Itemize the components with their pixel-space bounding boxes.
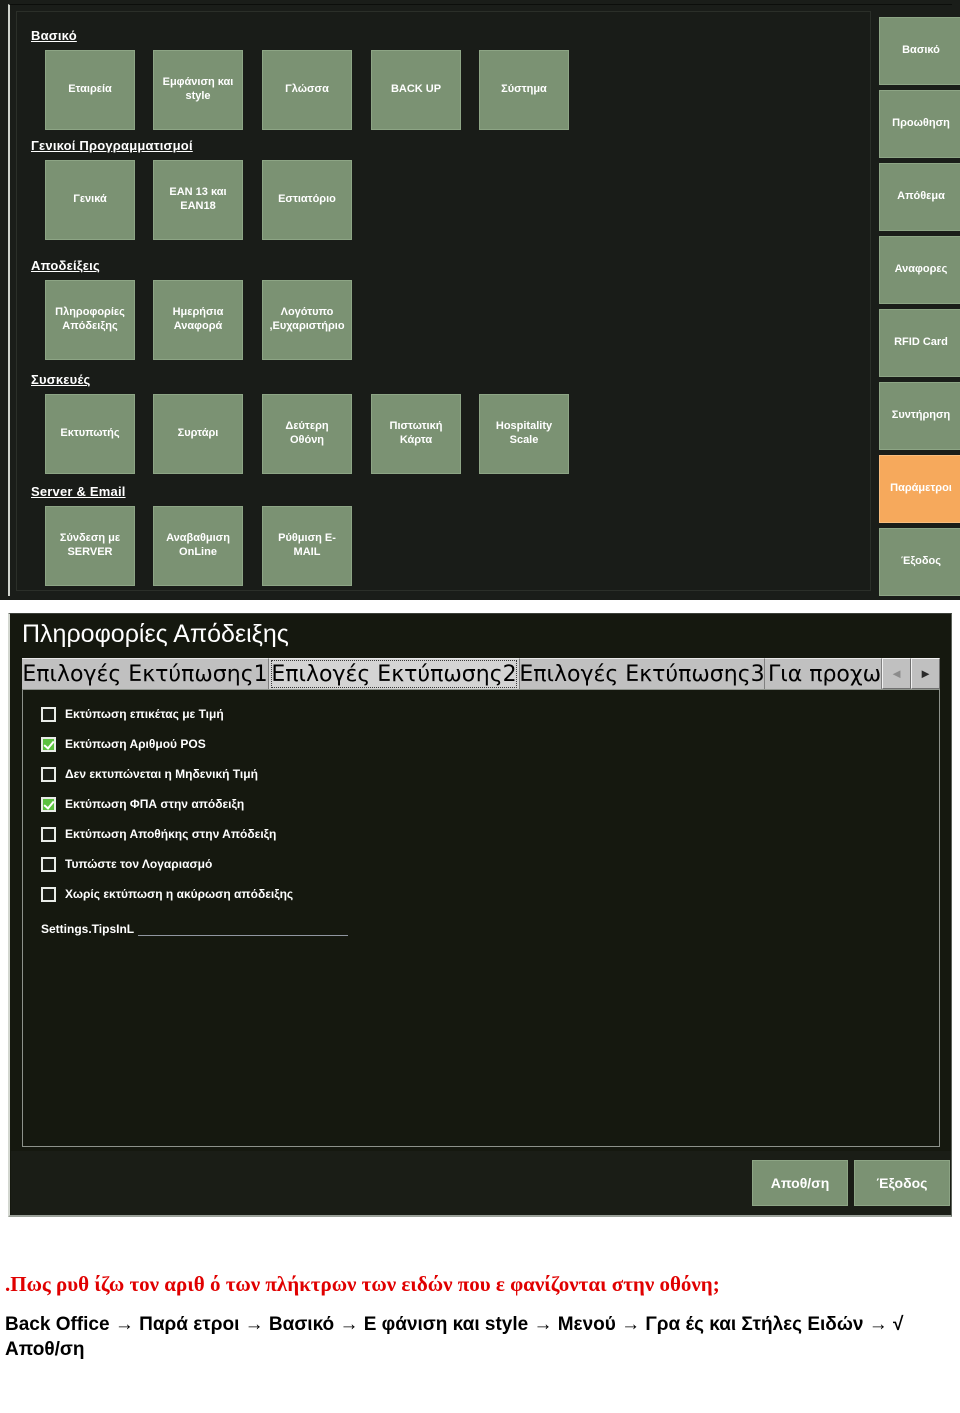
sidebar-basiko[interactable]: Βασικό — [879, 17, 960, 85]
save-button[interactable]: Αποθ/ση — [752, 1160, 848, 1206]
tips-field-label: Settings.TipsInL — [41, 922, 135, 936]
caption-block: .Πως ρυθ ίζω τον αριθ ό των πλήκτρων των… — [5, 1272, 955, 1362]
tab-gia-proxorimenous[interactable]: Για προχωρημ — [765, 658, 882, 689]
tab-print-options-2[interactable]: Επιλογές Εκτύπωσης2 — [269, 658, 520, 689]
sidebar-anafores[interactable]: Αναφορες — [879, 236, 960, 304]
tile-plirofories-apodeixis[interactable]: Πληροφορίες Απόδειξης — [45, 280, 135, 360]
checkbox-row-no-print-void[interactable]: Χωρίς εκτύπωση η ακύρωση απόδειξης — [41, 884, 293, 904]
checkbox-label-print-pos-number: Εκτύπωση Αριθμού POS — [65, 737, 206, 751]
tile-defteri-othoni[interactable]: Δεύτερη Οθόνη — [262, 394, 352, 474]
tips-input[interactable] — [138, 918, 349, 936]
tile-syndesi-server[interactable]: Σύνδεση με SERVER — [45, 506, 135, 586]
sidebar-exodos[interactable]: Έξοδος — [879, 528, 960, 596]
tile-logotypo-euxaristirio[interactable]: Λογότυπο ,Ευχαριστήριο — [262, 280, 352, 360]
checkbox-print-vat[interactable] — [41, 796, 56, 812]
tile-imerisia-anafora[interactable]: Ημερήσια Αναφορά — [153, 280, 243, 360]
tile-hospitality-scale[interactable]: Hospitality Scale — [479, 394, 569, 474]
backoffice-menu-area: Βασικό Εταιρεία Εμφάνιση και style Γλώσσ… — [16, 11, 871, 591]
tips-field-row: Settings.TipsInL — [41, 918, 349, 936]
dialog-title: Πληροφορίες Απόδειξης — [22, 620, 289, 648]
checkbox-label-no-zero-price: Δεν εκτυπώνεται η Μηδενική Τιμή — [65, 767, 258, 781]
dialog-footer: Αποθ/ση Έξοδος — [11, 1151, 951, 1215]
checkbox-label-print-bill: Τυπώστε τον Λογαριασμό — [65, 857, 213, 871]
tile-glossa[interactable]: Γλώσσα — [262, 50, 352, 130]
checkbox-row-print-pos-number[interactable]: Εκτύπωση Αριθμού POS — [41, 734, 206, 754]
checkbox-row-no-zero-price[interactable]: Δεν εκτυπώνεται η Μηδενική Τιμή — [41, 764, 258, 784]
tile-etaireia[interactable]: Εταιρεία — [45, 50, 135, 130]
group-header-basiko: Βασικό — [31, 28, 77, 43]
backoffice-panel-inner: Βασικό Εταιρεία Εμφάνιση και style Γλώσσ… — [8, 4, 960, 596]
sidebar-rfid-card[interactable]: RFID Card — [879, 309, 960, 377]
tab-scroll-left-icon[interactable]: ◄ — [882, 658, 911, 689]
checkbox-no-zero-price[interactable] — [41, 766, 56, 782]
tile-estiatorio[interactable]: Εστιατόριο — [262, 160, 352, 240]
checkbox-label-print-vat: Εκτύπωση ΦΠΑ στην απόδειξη — [65, 797, 245, 811]
sidebar-proothisi[interactable]: Προωθηση — [879, 90, 960, 158]
tab-strip: Επιλογές Εκτύπωσης1 Επιλογές Εκτύπωσης2 … — [22, 658, 940, 689]
tile-ektypotis[interactable]: Εκτυπωτής — [45, 394, 135, 474]
tile-emfanisi-style[interactable]: Εμφάνιση και style — [153, 50, 243, 130]
checkbox-no-print-void[interactable] — [41, 886, 56, 902]
caption-navigation-path: Back Office → Παρά ετροι → Βασικό → Ε φά… — [5, 1313, 904, 1360]
checkbox-row-print-label-with-price[interactable]: Εκτύπωση επικέτας με Τιμή — [41, 704, 224, 724]
checkbox-label-print-warehouse: Εκτύπωση Αποθήκης στην Απόδειξη — [65, 827, 277, 841]
tile-pistotiki-karta[interactable]: Πιστωτική Κάρτα — [371, 394, 461, 474]
caption-question: .Πως ρυθ ίζω τον αριθ ό των πλήκτρων των… — [5, 1272, 720, 1296]
sidebar-syntirisi[interactable]: Συντήρηση — [879, 382, 960, 450]
checkbox-row-print-vat[interactable]: Εκτύπωση ΦΠΑ στην απόδειξη — [41, 794, 244, 814]
checkbox-label-no-print-void: Χωρίς εκτύπωση η ακύρωση απόδειξης — [65, 887, 294, 901]
checkbox-print-bill[interactable] — [41, 856, 56, 872]
tile-systima[interactable]: Σύστημα — [479, 50, 569, 130]
group-header-server-email: Server & Email — [31, 484, 126, 499]
receipt-info-dialog: Πληροφορίες Απόδειξης Επιλογές Εκτύπωσης… — [8, 613, 952, 1217]
tab-print-options-3[interactable]: Επιλογές Εκτύπωσης3 — [520, 658, 765, 689]
tab-content-panel: Εκτύπωση επικέτας με Τιμή Εκτύπωση Αριθμ… — [22, 689, 940, 1147]
sidebar-apothema[interactable]: Απόθεμα — [879, 163, 960, 231]
tile-rythmisi-email[interactable]: Ρύθμιση E- MAIL — [262, 506, 352, 586]
tile-ean13-ean18[interactable]: EAN 13 και EAN18 — [153, 160, 243, 240]
group-header-apodeixeis: Αποδείξεις — [31, 258, 100, 273]
checkbox-row-print-warehouse[interactable]: Εκτύπωση Αποθήκης στην Απόδειξη — [41, 824, 276, 844]
tile-genika[interactable]: Γενικά — [45, 160, 135, 240]
checkbox-print-label-with-price[interactable] — [41, 706, 56, 722]
checkbox-print-warehouse[interactable] — [41, 826, 56, 842]
tab-print-options-1[interactable]: Επιλογές Εκτύπωσης1 — [22, 658, 269, 689]
checkbox-row-print-bill[interactable]: Τυπώστε τον Λογαριασμό — [41, 854, 212, 874]
sidebar-parametroi[interactable]: Παράμετροι — [879, 455, 960, 523]
checkbox-label-print-label-with-price: Εκτύπωση επικέτας με Τιμή — [65, 707, 224, 721]
checkbox-print-pos-number[interactable] — [41, 736, 56, 752]
group-header-genikoi-programmatismoi: Γενικοί Προγραμματισμοί — [31, 138, 193, 153]
tile-anavathmisi-online[interactable]: Αναβαθμιση OnLine — [153, 506, 243, 586]
tab-scroll-right-icon[interactable]: ► — [911, 658, 940, 689]
backoffice-panel: Βασικό Εταιρεία Εμφάνιση και style Γλώσσ… — [0, 0, 960, 600]
tile-syrtari[interactable]: Συρτάρι — [153, 394, 243, 474]
exit-button[interactable]: Έξοδος — [854, 1160, 950, 1206]
group-header-syskeues: Συσκευές — [31, 372, 91, 387]
tile-backup[interactable]: BACK UP — [371, 50, 461, 130]
